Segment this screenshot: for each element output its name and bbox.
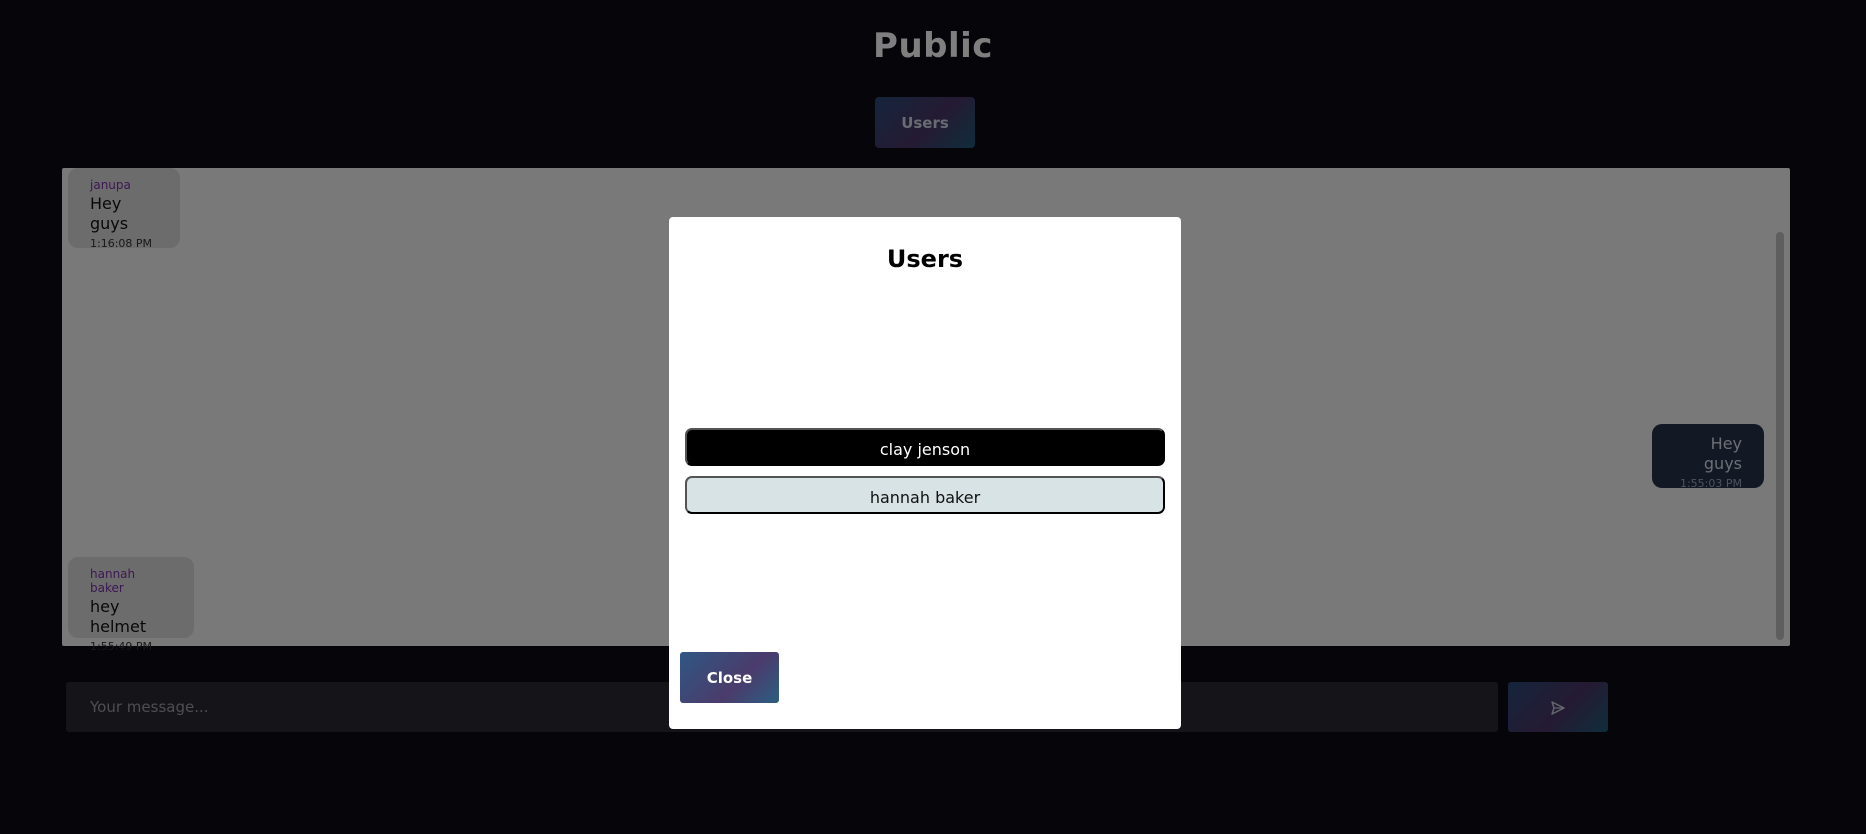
modal-title: Users — [886, 245, 964, 273]
users-modal: Users clay jenson hannah baker Close — [669, 217, 1181, 729]
close-button[interactable]: Close — [680, 652, 779, 703]
chat-page: Public Users janupa Hey guys 1:16:08 PM … — [0, 0, 1866, 834]
user-list-item[interactable]: hannah baker — [685, 476, 1165, 514]
user-list-item-selected[interactable]: clay jenson — [685, 428, 1165, 466]
